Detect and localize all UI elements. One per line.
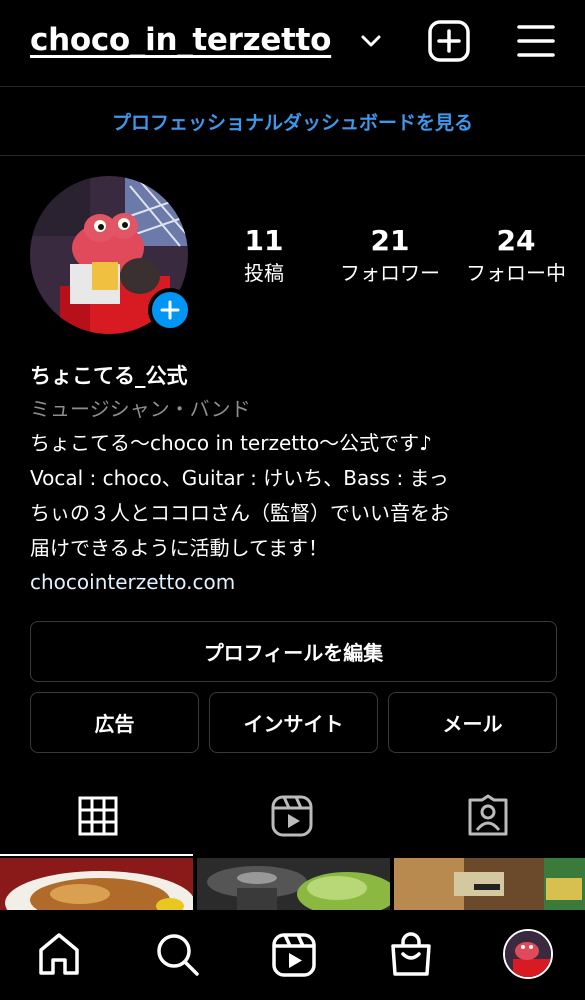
stat-value: 11 [244, 224, 284, 257]
insights-button[interactable]: インサイト [209, 692, 378, 753]
stat-following[interactable]: 24 フォロー中 [456, 224, 576, 288]
stat-value: 24 [496, 224, 536, 257]
post-image [197, 858, 390, 910]
post-thumbnail[interactable] [394, 858, 585, 910]
edit-profile-button[interactable]: プロフィールを編集 [30, 621, 557, 682]
reels-tab-icon[interactable] [270, 792, 314, 840]
post-thumbnail[interactable] [197, 858, 390, 910]
ads-button[interactable]: 広告 [30, 692, 199, 753]
stat-value: 21 [370, 224, 410, 257]
create-post-icon[interactable] [428, 20, 470, 62]
search-icon[interactable] [153, 930, 201, 978]
post-image [394, 858, 585, 910]
post-image [0, 858, 193, 910]
profile-category: ミュージシャン・バンド [30, 397, 251, 421]
stat-label: フォロワー [340, 261, 440, 285]
post-thumbnail[interactable] [0, 858, 193, 910]
profile-name: ちょこてる_公式 [30, 364, 188, 388]
menu-icon[interactable] [516, 22, 556, 60]
tagged-icon[interactable] [466, 792, 510, 840]
shop-icon[interactable] [387, 930, 435, 978]
stat-label: 投稿 [244, 261, 284, 285]
profile-tab-avatar-image [505, 931, 551, 977]
home-icon[interactable] [35, 930, 83, 978]
reels-icon[interactable] [270, 930, 318, 978]
stat-posts[interactable]: 11 投稿 [204, 224, 324, 288]
stat-label: フォロー中 [466, 261, 566, 285]
chevron-down-icon[interactable] [360, 30, 382, 52]
active-tab-indicator [0, 854, 193, 856]
profile-tab-avatar[interactable] [503, 929, 553, 979]
add-story-button[interactable] [148, 288, 192, 332]
grid-icon[interactable] [76, 792, 120, 840]
profile-bio: ちょこてる_公式 ミュージシャン・バンド ちょこてる〜choco in terz… [30, 360, 560, 599]
dashboard-link-label: プロフェッショナルダッシュボードを見る [111, 111, 473, 134]
mail-button[interactable]: メール [388, 692, 557, 753]
stat-followers[interactable]: 21 フォロワー [330, 224, 450, 288]
website-link[interactable]: chocointerzetto.com [30, 566, 560, 599]
plus-icon [160, 300, 180, 320]
username-switcher[interactable]: choco_in_terzetto [30, 22, 331, 58]
bio-text: ちょこてる〜choco in terzetto〜公式です♪ Vocal : ch… [30, 431, 450, 560]
professional-dashboard-link[interactable]: プロフェッショナルダッシュボードを見る [0, 87, 585, 156]
